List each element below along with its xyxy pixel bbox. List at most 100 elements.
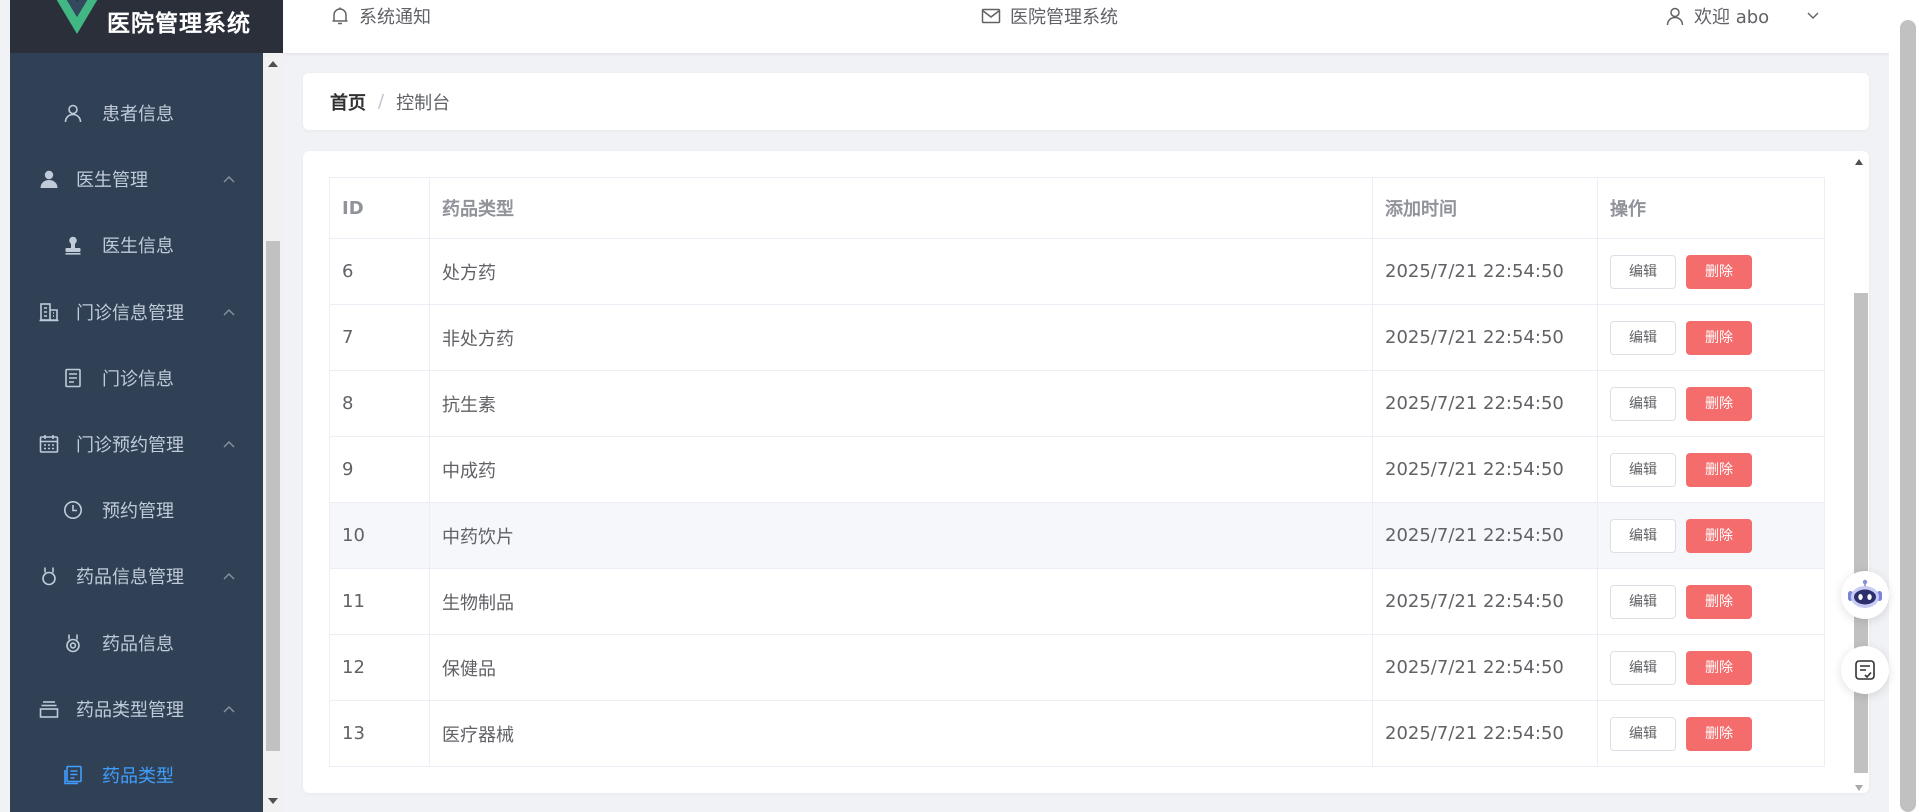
- edit-button[interactable]: 编辑: [1610, 320, 1676, 355]
- cell-actions: 编辑 删除: [1597, 568, 1825, 635]
- table-scrollbar[interactable]: [1850, 151, 1869, 793]
- table-row: 10 中药饮片 2025/7/21 22:54:50 编辑 删除: [329, 502, 1825, 569]
- delete-button[interactable]: 删除: [1686, 518, 1752, 553]
- sidebar-item-drug-info-mgmt[interactable]: 药品信息管理: [10, 543, 262, 609]
- delete-button[interactable]: 删除: [1686, 254, 1752, 289]
- sidebar-item-label: 医生管理: [76, 170, 148, 191]
- cell-actions: 编辑 删除: [1597, 370, 1825, 437]
- sidebar-item-label: 药品信息: [102, 634, 174, 655]
- scroll-up-arrow-icon[interactable]: [1855, 159, 1863, 165]
- chevron-down-icon[interactable]: [1807, 12, 1819, 20]
- clock-icon: [62, 499, 84, 521]
- breadcrumb-home[interactable]: 首页: [330, 89, 366, 115]
- user-filled-icon: [38, 168, 60, 190]
- table-row: 12 保健品 2025/7/21 22:54:50 编辑 删除: [329, 634, 1825, 701]
- sidebar-item-doctor-mgmt[interactable]: 医生管理: [10, 146, 262, 212]
- sidebar-item-clinic-info[interactable]: 门诊信息: [10, 345, 262, 411]
- edit-button[interactable]: 编辑: [1610, 386, 1676, 421]
- sidebar-item-label: 门诊预约管理: [76, 435, 184, 456]
- cell-time: 2025/7/21 22:54:50: [1372, 436, 1598, 503]
- table-row: 13 医疗器械 2025/7/21 22:54:50 编辑 删除: [329, 700, 1825, 767]
- drug-type-table: ID 药品类型 添加时间 操作 6 处方药 2025/7/21 22:54:50…: [329, 177, 1825, 767]
- table-row: 7 非处方药 2025/7/21 22:54:50 编辑 删除: [329, 304, 1825, 371]
- table-row: 11 生物制品 2025/7/21 22:54:50 编辑 删除: [329, 568, 1825, 635]
- table-row: 8 抗生素 2025/7/21 22:54:50 编辑 删除: [329, 370, 1825, 437]
- sidebar-item-patient-info[interactable]: 患者信息: [10, 80, 262, 146]
- ai-assistant-button[interactable]: [1841, 571, 1889, 619]
- cell-time: 2025/7/21 22:54:50: [1372, 634, 1598, 701]
- column-header-type: 药品类型: [429, 177, 1373, 239]
- sidebar-item-label: 药品类型: [102, 766, 174, 787]
- delete-button[interactable]: 删除: [1686, 716, 1752, 751]
- sidebar-item-appointment-mgmt[interactable]: 门诊预约管理: [10, 411, 262, 477]
- sidebar-item-label: 门诊信息管理: [76, 303, 184, 324]
- sidebar-item-appointment[interactable]: 预约管理: [10, 477, 262, 543]
- sidebar-item-label: 门诊信息: [102, 369, 174, 390]
- edit-button[interactable]: 编辑: [1610, 254, 1676, 289]
- delete-button[interactable]: 删除: [1686, 584, 1752, 619]
- edit-button[interactable]: 编辑: [1610, 452, 1676, 487]
- scrollbar-thumb[interactable]: [1900, 20, 1916, 812]
- cell-type: 医疗器械: [429, 700, 1373, 767]
- app-logo[interactable]: 医院管理系统: [10, 0, 283, 53]
- medal-icon: [38, 565, 60, 587]
- table-row: 6 处方药 2025/7/21 22:54:50 编辑 删除: [329, 238, 1825, 305]
- edit-button[interactable]: 编辑: [1610, 584, 1676, 619]
- chevron-up-icon: [223, 437, 235, 451]
- welcome-label: 欢迎 abo: [1694, 7, 1770, 28]
- sidebar-item-label: 药品信息管理: [76, 567, 184, 588]
- user-outline-icon: [1664, 5, 1686, 27]
- delete-button[interactable]: 删除: [1686, 650, 1752, 685]
- breadcrumb: 首页 / 控制台: [303, 73, 1869, 130]
- breadcrumb-separator: /: [378, 91, 385, 112]
- system-name-link[interactable]: 医院管理系统: [980, 0, 1118, 32]
- sidebar-item-label: 药品类型管理: [76, 700, 184, 721]
- user-outline-icon: [62, 102, 84, 124]
- column-header-time: 添加时间: [1372, 177, 1598, 239]
- top-header: 系统通知 医院管理系统 欢迎 abo: [283, 0, 1889, 53]
- delete-button[interactable]: 删除: [1686, 452, 1752, 487]
- system-notice-link[interactable]: 系统通知: [329, 0, 431, 32]
- table-header-row: ID 药品类型 添加时间 操作: [329, 177, 1825, 239]
- box-icon: [38, 698, 60, 720]
- sidebar-item-label: 患者信息: [102, 104, 174, 125]
- scroll-up-arrow-icon[interactable]: [268, 61, 278, 67]
- app-title: 医院管理系统: [107, 11, 251, 37]
- sidebar-item-drug-type-mgmt[interactable]: 药品类型管理: [10, 676, 262, 742]
- system-name-label: 医院管理系统: [1010, 7, 1118, 28]
- scrollbar-thumb[interactable]: [1854, 293, 1868, 773]
- column-header-actions: 操作: [1597, 177, 1825, 239]
- edit-button[interactable]: 编辑: [1610, 716, 1676, 751]
- cell-id: 13: [329, 700, 430, 767]
- chevron-up-icon: [223, 305, 235, 319]
- cell-type: 抗生素: [429, 370, 1373, 437]
- scroll-down-arrow-icon[interactable]: [1855, 785, 1863, 791]
- cell-time: 2025/7/21 22:54:50: [1372, 370, 1598, 437]
- cell-type: 中成药: [429, 436, 1373, 503]
- cell-type: 非处方药: [429, 304, 1373, 371]
- vue-logo-icon: [56, 0, 98, 34]
- sidebar-item-drug-type[interactable]: 药品类型: [10, 742, 262, 808]
- sidebar-scrollbar[interactable]: [263, 53, 283, 812]
- scrollbar-thumb[interactable]: [266, 241, 280, 751]
- cell-id: 9: [329, 436, 430, 503]
- table-row: 9 中成药 2025/7/21 22:54:50 编辑 删除: [329, 436, 1825, 503]
- delete-button[interactable]: 删除: [1686, 386, 1752, 421]
- delete-button[interactable]: 删除: [1686, 320, 1752, 355]
- edit-button[interactable]: 编辑: [1610, 518, 1676, 553]
- chevron-up-icon: [223, 569, 235, 583]
- drug-type-table-card: ID 药品类型 添加时间 操作 6 处方药 2025/7/21 22:54:50…: [303, 151, 1869, 793]
- edit-button[interactable]: 编辑: [1610, 650, 1676, 685]
- cell-time: 2025/7/21 22:54:50: [1372, 238, 1598, 305]
- sidebar-item-doctor-info[interactable]: 医生信息: [10, 212, 262, 278]
- scroll-down-arrow-icon[interactable]: [268, 798, 278, 804]
- user-dropdown[interactable]: 欢迎 abo: [1664, 0, 1819, 32]
- mail-icon: [980, 5, 1002, 27]
- sidebar-item-clinic-mgmt[interactable]: 门诊信息管理: [10, 279, 262, 345]
- chevron-up-icon: [223, 172, 235, 186]
- page-scrollbar[interactable]: [1889, 0, 1919, 812]
- cell-actions: 编辑 删除: [1597, 634, 1825, 701]
- cell-id: 10: [329, 502, 430, 569]
- sidebar-item-drug-info[interactable]: 药品信息: [10, 610, 262, 676]
- feedback-button[interactable]: [1841, 646, 1889, 694]
